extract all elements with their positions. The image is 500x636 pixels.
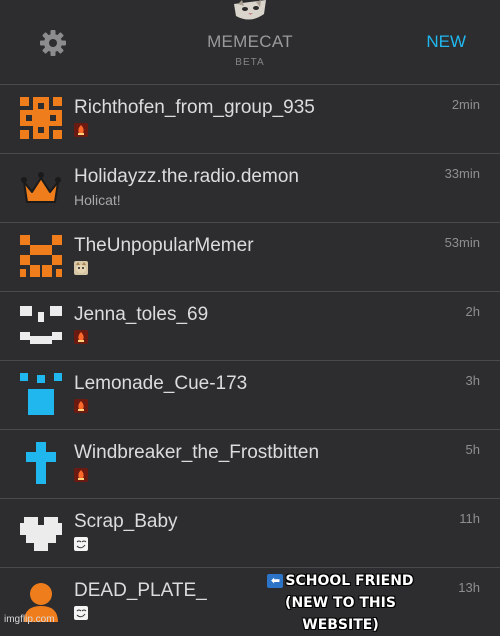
crown-icon	[21, 172, 61, 203]
post-caption: Holicat!	[74, 192, 121, 208]
username: Richthofen_from_group_935	[74, 97, 315, 118]
app-title: MEMECAT	[207, 32, 293, 51]
username: DEAD_PLATE_	[74, 580, 207, 601]
avatar	[18, 164, 64, 210]
timestamp: 53min	[444, 235, 480, 250]
avatar	[18, 302, 64, 348]
watermark: imgflip.com	[4, 614, 55, 625]
annotation-caption: ⬅ SCHOOL FRIEND (NEW TO THIS WEBSITE)	[248, 570, 433, 636]
new-button[interactable]: NEW	[426, 32, 466, 52]
username: TheUnpopularMemer	[74, 235, 254, 256]
avatar	[18, 509, 64, 555]
flame-badge-icon	[74, 123, 88, 137]
flame-badge-icon	[74, 399, 88, 413]
troll-face-badge-icon	[74, 606, 88, 620]
troll-face-badge-icon	[74, 537, 88, 551]
cat-face-badge-icon	[74, 261, 88, 275]
avatar	[18, 371, 64, 417]
flame-badge-icon	[74, 468, 88, 482]
list-item[interactable]: TheUnpopularMemer 53min	[0, 223, 500, 292]
cat-logo	[234, 0, 266, 20]
left-arrow-icon: ⬅	[267, 574, 284, 588]
timestamp: 5h	[465, 442, 480, 457]
list-item[interactable]: Richthofen_from_group_935 2min	[0, 85, 500, 154]
list-item[interactable]: Jenna_toles_69 2h	[0, 292, 500, 361]
username: Windbreaker_the_Frostbitten	[74, 442, 320, 463]
flame-badge-icon	[74, 330, 88, 344]
username: Jenna_toles_69	[74, 304, 209, 325]
username: Scrap_Baby	[74, 511, 178, 532]
app-header: MEMECAT BETA NEW	[0, 0, 500, 85]
username: Lemonade_Cue-173	[74, 373, 248, 394]
list-item[interactable]: Holidayzz.the.radio.demon Holicat! 33min	[0, 154, 500, 223]
annotation-line-1: ⬅ SCHOOL FRIEND	[248, 570, 433, 592]
app-subtitle: BETA	[235, 57, 265, 68]
avatar	[18, 233, 64, 279]
blue-block-icon	[20, 373, 62, 415]
list-item[interactable]: Scrap_Baby 11h	[0, 499, 500, 568]
list-item[interactable]: Windbreaker_the_Frostbitten 5h	[0, 430, 500, 499]
timestamp: 3h	[465, 373, 480, 388]
timestamp: 2h	[465, 304, 480, 319]
timestamp: 2min	[451, 97, 480, 112]
annotation-text-1: SCHOOL FRIEND	[285, 573, 414, 589]
orange-checker-icon	[20, 235, 62, 277]
username: Holidayzz.the.radio.demon	[74, 166, 299, 187]
white-face-icon	[20, 306, 62, 344]
white-heart-icon	[20, 517, 62, 551]
timestamp: 13h	[458, 580, 480, 595]
timestamp: 11h	[459, 511, 480, 526]
timestamp: 33min	[444, 166, 480, 181]
annotation-line-2: (NEW TO THIS WEBSITE)	[285, 595, 396, 633]
avatar	[18, 95, 64, 141]
orange-pixel-cross-icon	[20, 97, 62, 139]
blue-cross-icon	[26, 442, 56, 484]
avatar	[18, 440, 64, 486]
post-list: Richthofen_from_group_935 2min Holidayzz…	[0, 85, 500, 636]
list-item[interactable]: Lemonade_Cue-173 3h	[0, 361, 500, 430]
